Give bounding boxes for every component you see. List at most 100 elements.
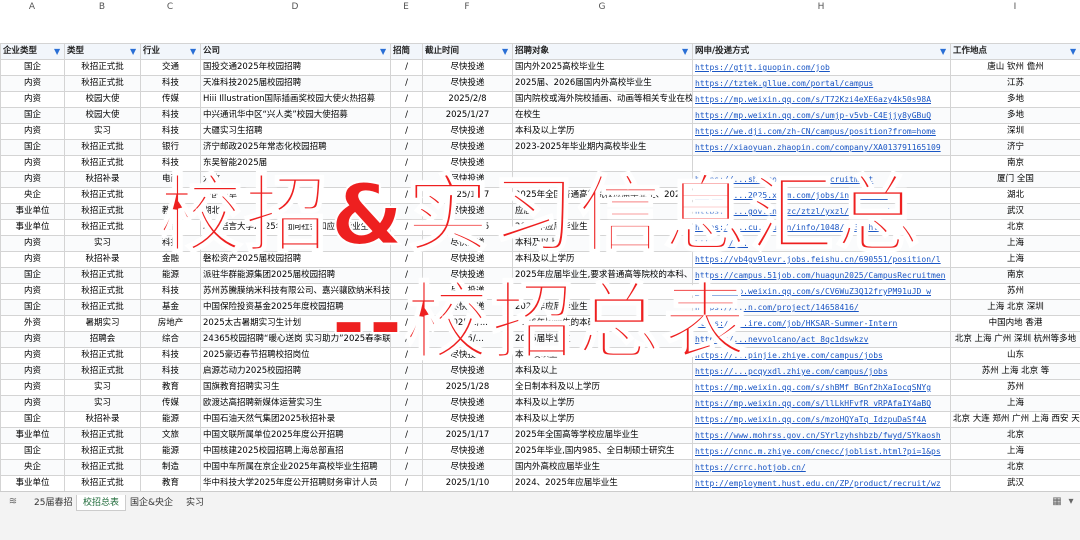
table-cell-link[interactable]: https://...ire.com/job/HKSAR-Summer-Inte… [692, 315, 951, 332]
table-cell[interactable]: 北京 [950, 459, 1080, 476]
table-cell-link[interactable]: https://mp.weixin.qq.com/s/CV6WuZ3Q12fry… [692, 283, 951, 300]
table-cell[interactable]: 北京语言大学2025年面向社会和应届毕业生事业人员 [200, 219, 391, 236]
table-cell[interactable]: / [390, 75, 423, 92]
table-cell[interactable]: 银行 [140, 139, 201, 156]
table-cell[interactable]: 事业单位 [0, 203, 65, 220]
table-row[interactable]: 外资 暑期实习 房地产 2025太古暑期实习生计划/2025/2/... 2026年毕业… [0, 315, 1080, 332]
table-cell[interactable]: / [390, 219, 423, 236]
table-cell[interactable]: 电商 [140, 171, 201, 188]
table-row[interactable]: 国企 秋招正式批 能源 中国核建2025校园招聘上海总部直招 / 尽快投递 2025年毕业,… [0, 443, 1080, 460]
table-row[interactable]: 内资 秋招补录 电商 九牧 / 尽快投递 https://...shr.com/campus… [0, 171, 1080, 188]
table-cell[interactable]: 尽快投递 [422, 411, 513, 428]
table-cell[interactable]: / [390, 283, 423, 300]
table-cell[interactable]: 秋招正式批 [64, 75, 141, 92]
table-cell[interactable]: 2025/1/27 [422, 107, 513, 124]
table-cell[interactable]: 大疆实习生招聘 [200, 123, 391, 140]
table-cell-link[interactable]: https://...cu.edu.cn/info/1048/2831.htm [692, 219, 951, 236]
filter-icon[interactable]: ▼ [54, 48, 62, 56]
sheet-tab[interactable]: 25届春招 [28, 495, 78, 511]
table-cell[interactable]: 内资 [0, 235, 65, 252]
table-cell[interactable]: 上海 [950, 251, 1080, 268]
table-cell[interactable]: 济宁 [950, 139, 1080, 156]
table-cell[interactable]: 秋招正式批 [64, 363, 141, 380]
table-cell[interactable]: 实习 [64, 235, 141, 252]
table-cell[interactable]: 秋招正式批 [64, 59, 141, 76]
table-cell-link[interactable]: https://tztek.gllue.com/portal/campus [692, 75, 951, 92]
table-cell[interactable]: 内资 [0, 363, 65, 380]
table-cell[interactable]: 2025/2/25 [422, 219, 513, 236]
table-cell[interactable]: / [390, 139, 423, 156]
table-row[interactable]: 内资 秋招正式批 科技 东吴智能2025届 / 尽快投递 南京 [0, 155, 1080, 172]
table-cell[interactable]: 外资 [0, 315, 65, 332]
table-cell[interactable]: 交通 [140, 59, 201, 76]
table-cell[interactable]: 事业单位 [0, 475, 65, 492]
table-cell[interactable]: / [390, 171, 423, 188]
table-cell[interactable]: 秋招正式批 [64, 475, 141, 492]
dropdown-icon[interactable]: ▾ [1064, 495, 1078, 509]
header-cell[interactable]: 招简 [390, 43, 423, 60]
table-cell[interactable]: 本科及以上 [512, 363, 693, 380]
table-cell-link[interactable]: https://... [692, 235, 951, 252]
table-row[interactable]: 国企 秋招正式批 基金 中国保险投资基金2025年度校园招聘 / 尽快投递 2025年应届毕… [0, 299, 1080, 316]
table-cell[interactable]: 尽快投递 [422, 171, 513, 188]
table-cell[interactable]: / [390, 187, 423, 204]
table-cell[interactable]: 综合 [140, 331, 201, 348]
table-cell-link[interactable]: https://mp.weixin.qq.com/s/shBMf_BGnf2hX… [692, 379, 951, 396]
table-cell[interactable]: 尽快投递 [422, 267, 513, 284]
table-cell-link[interactable]: https://cnnc.m.zhiye.com/cnecc/joblist.h… [692, 443, 951, 460]
table-cell[interactable]: 能源 [140, 411, 201, 428]
filter-icon[interactable]: ▼ [190, 48, 198, 56]
table-cell[interactable]: 国企 [0, 267, 65, 284]
table-cell[interactable]: 尽快投递 [422, 235, 513, 252]
table-cell[interactable]: 科技 [140, 75, 201, 92]
table-cell[interactable]: 南京 [950, 267, 1080, 284]
table-cell[interactable]: 教育 [140, 203, 201, 220]
table-cell[interactable]: 秋招正式批 [64, 427, 141, 444]
table-cell[interactable]: / [390, 379, 423, 396]
header-cell[interactable]: 截止时间 ▼ [422, 43, 513, 60]
table-cell[interactable]: 2025届毕业生 [512, 331, 693, 348]
filter-icon[interactable]: ▼ [502, 48, 510, 56]
table-cell-link[interactable]: https://...pcqyxdl.zhiye.com/campus/jobs [692, 363, 951, 380]
table-cell[interactable]: 北京 [950, 219, 1080, 236]
table-cell[interactable]: 厦门 全国 [950, 171, 1080, 188]
table-cell[interactable]: 山东 [950, 347, 1080, 364]
table-cell[interactable]: 苏州 [950, 283, 1080, 300]
table-cell[interactable]: 秋招正式批 [64, 347, 141, 364]
table-cell[interactable]: 教育 [140, 379, 201, 396]
table-cell[interactable]: 内资 [0, 347, 65, 364]
table-cell[interactable]: / [390, 107, 423, 124]
table-cell[interactable]: 尽快投递 [422, 203, 513, 220]
table-cell[interactable]: 国企 [0, 299, 65, 316]
table-cell[interactable]: 招聘会 [64, 331, 141, 348]
table-cell[interactable]: / [390, 363, 423, 380]
header-cell[interactable]: 招聘对象 ▼ [512, 43, 693, 60]
table-cell[interactable]: 湖北 [200, 203, 391, 220]
table-cell[interactable]: / [390, 411, 423, 428]
table-row[interactable]: 事业单位 秋招正式批 教育 湖北 / 尽快投递 应届 https://...gov.cn/hz… [0, 203, 1080, 220]
table-cell[interactable]: / [390, 155, 423, 172]
table-row[interactable]: 内资 秋招正式批 科技 天准科技2025届校园招聘 / 尽快投递 2025届、2026届国内… [0, 75, 1080, 92]
table-cell[interactable]: 秋招正式批 [64, 299, 141, 316]
table-cell[interactable]: 2025/1/17 [422, 187, 513, 204]
sheet-tab[interactable]: 实习 [180, 495, 210, 511]
table-cell[interactable] [512, 171, 693, 188]
table-cell[interactable]: 秋招正式批 [64, 267, 141, 284]
table-cell-link[interactable]: https://gtjt.iguopin.com/job [692, 59, 951, 76]
table-cell-link[interactable]: https://mp.weixin.qq.com/s/mzoHQYaTq_Idz… [692, 411, 951, 428]
table-cell[interactable]: 湖北 [950, 187, 1080, 204]
table-cell[interactable]: 2025/... [422, 331, 513, 348]
layers-icon[interactable]: ≋ [6, 495, 20, 509]
table-cell[interactable]: 国企 [0, 411, 65, 428]
table-cell[interactable]: 2025年毕业,国内985、全日制硕士研究生 [512, 443, 693, 460]
table-cell[interactable]: 校园大使 [64, 91, 141, 108]
table-cell[interactable]: 启源芯动力2025校园招聘 [200, 363, 391, 380]
table-cell[interactable]: 派驻华群能源集团2025届校园招聘 [200, 267, 391, 284]
table-cell[interactable]: 国投交通2025年校园招聘 [200, 59, 391, 76]
table-cell[interactable]: 尽快投递 [422, 347, 513, 364]
filter-icon[interactable]: ▼ [682, 48, 690, 56]
table-cell[interactable]: 秋招正式批 [64, 443, 141, 460]
table-cell[interactable]: 内资 [0, 331, 65, 348]
table-cell[interactable]: / [390, 347, 423, 364]
table-cell[interactable]: / [390, 59, 423, 76]
